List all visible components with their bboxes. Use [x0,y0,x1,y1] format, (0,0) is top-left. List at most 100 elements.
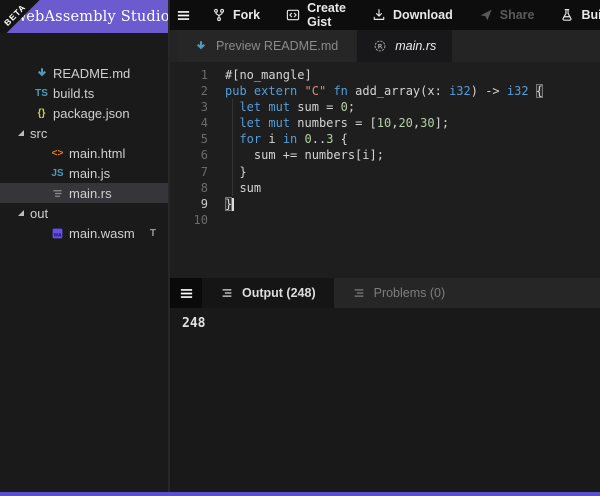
status-bar [0,492,600,496]
download-button[interactable]: Download [359,0,466,30]
tree-item-package-json[interactable]: {} package.json [0,103,168,123]
rust-icon: R [373,39,387,53]
tree-item-label: main.wasm [69,226,135,241]
tree-item-build-ts[interactable]: TS build.ts [0,83,168,103]
line-content: let mut numbers = [10,20,30]; [208,115,449,131]
wasm-icon: WA [50,227,65,240]
code-line: 9} [170,196,600,212]
tree-item-label: package.json [53,106,130,121]
expand-twistie-icon[interactable] [18,210,24,216]
line-content: } [208,196,234,212]
output-value: 248 [182,316,205,331]
line-number: 6 [170,147,208,163]
gist-icon [286,8,300,22]
tree-item-badge: T [150,228,168,239]
fork-button[interactable]: Fork [199,0,273,30]
tree-item-main-wasm[interactable]: WA main.wasm T [0,223,168,243]
tree-item-label: main.js [69,166,110,181]
tree-item-src[interactable]: src [0,123,168,143]
line-number: 4 [170,115,208,131]
bottom-panel: Output (248) Problems (0) 248 [170,278,600,492]
panel-tab-output-248-[interactable]: Output (248) [202,278,334,308]
tab-label: main.rs [395,39,436,53]
sidebar: BETA WebAssembly Studio README.mdTSbuild… [0,0,170,492]
button-label: Fork [233,8,260,22]
tree-item-label: main.rs [69,186,112,201]
json-icon: {} [34,108,49,119]
code-line: 5 for i in 0..3 { [170,131,600,147]
tree-item-out[interactable]: out [0,203,168,223]
code-line: 10 [170,212,600,228]
line-content: for i in 0..3 { [208,131,348,147]
svg-text:WA: WA [53,232,62,238]
line-content [208,212,225,228]
line-number: 8 [170,180,208,196]
line-number: 5 [170,131,208,147]
download-icon [372,8,386,22]
tree-item-main-rs[interactable]: main.rs [0,183,168,203]
button-label: Download [393,8,453,22]
line-content: sum [208,180,261,196]
line-number: 2 [170,83,208,99]
tree-item-main-html[interactable]: <> main.html [0,143,168,163]
code-line: 4 let mut numbers = [10,20,30]; [170,115,600,131]
text-cursor [232,198,234,211]
code-line: 1#[no_mangle] [170,67,600,83]
problems-icon [352,286,366,300]
panel-tab-bar: Output (248) Problems (0) [170,278,600,308]
fork-icon [212,8,226,22]
panel-tab-problems-0-[interactable]: Problems (0) [334,278,464,308]
tree-item-label: build.ts [53,86,94,101]
tree-item-label: main.html [69,146,125,161]
output-console: 248 [170,308,600,492]
line-number: 1 [170,67,208,83]
code-lines: 1#[no_mangle]2pub extern "C" fn add_arra… [170,67,600,228]
tab-label: Preview README.md [216,39,338,53]
tab-main-rs[interactable]: Rmain.rs [357,30,452,62]
typescript-icon: TS [34,88,49,99]
tree-item-label: src [30,126,47,141]
javascript-icon: JS [50,168,65,179]
editor-tab-bar: Preview README.md Rmain.rs [170,30,600,62]
main-area: ForkCreate GistDownloadShareBuildRun Pre… [170,0,600,492]
tab-preview-readme-md[interactable]: Preview README.md [178,30,354,62]
share-button: Share [466,0,548,30]
panel-tab-label: Output (248) [242,286,316,300]
panel-tab-label: Problems (0) [374,286,446,300]
line-content: #[no_mangle] [208,67,312,83]
line-number: 7 [170,164,208,180]
build-button[interactable]: Build [547,0,600,30]
line-number: 10 [170,212,208,228]
code-line: 6 sum += numbers[i]; [170,147,600,163]
create-gist-button[interactable]: Create Gist [273,0,359,30]
markdown-icon [194,39,208,53]
line-content: } [208,164,247,180]
line-number: 9 [170,196,208,212]
panel-tabs: Output (248) Problems (0) [202,278,463,308]
code-line: 3 let mut sum = 0; [170,99,600,115]
build-icon [560,8,574,22]
markdown-icon [34,66,49,80]
line-number: 3 [170,99,208,115]
tree-item-label: README.md [53,66,130,81]
tree-item-label: out [30,206,48,221]
button-label: Build [581,8,600,22]
tree-item-main-js[interactable]: JS main.js [0,163,168,183]
panel-menu-icon[interactable] [170,278,202,308]
toolbar-menu-icon[interactable] [176,8,191,23]
html-icon: <> [50,148,65,159]
line-content: let mut sum = 0; [208,99,355,115]
file-tree: README.md TS build.ts {} package.json src<> ma… [0,33,168,243]
button-label: Create Gist [307,1,346,29]
tree-item-readme-md[interactable]: README.md [0,63,168,83]
indent-guide [232,99,233,196]
share-icon [479,8,493,22]
code-line: 8 sum [170,180,600,196]
toolbar: ForkCreate GistDownloadShareBuildRun [170,0,600,30]
line-content: pub extern "C" fn add_array(x: i32) -> i… [208,83,543,99]
toolbar-buttons: ForkCreate GistDownloadShareBuildRun [199,0,600,30]
code-line: 2pub extern "C" fn add_array(x: i32) -> … [170,83,600,99]
expand-twistie-icon[interactable] [18,130,24,136]
webassembly-studio-app: BETA WebAssembly Studio README.mdTSbuild… [0,0,600,496]
code-editor[interactable]: 1#[no_mangle]2pub extern "C" fn add_arra… [170,62,600,283]
